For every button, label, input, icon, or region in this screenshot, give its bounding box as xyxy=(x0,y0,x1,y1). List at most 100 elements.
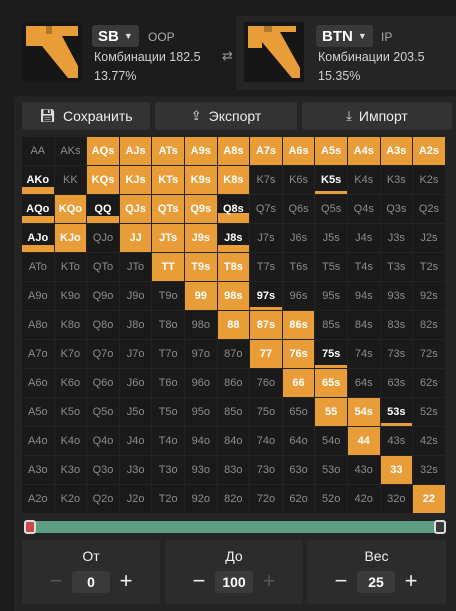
hand-cell[interactable]: 88 xyxy=(217,311,251,340)
hand-cell[interactable]: A9o xyxy=(22,282,55,311)
hand-cell[interactable]: 72s xyxy=(413,340,446,369)
hand-cell[interactable]: 64o xyxy=(282,427,316,456)
hand-cell[interactable]: 94o xyxy=(184,427,218,456)
player-sb[interactable]: SB ▼ OOP Комбинации 182.5 13.77% xyxy=(14,18,224,90)
weight-increment-button[interactable]: + xyxy=(399,570,423,592)
hand-cell[interactable]: T5o xyxy=(152,398,185,427)
weight-decrement-button[interactable]: − xyxy=(329,570,353,592)
btn-position-select[interactable]: BTN ▼ xyxy=(316,25,373,47)
hand-cell[interactable]: 32s xyxy=(413,456,446,485)
hand-cell[interactable]: K6s xyxy=(282,166,316,195)
hand-cell[interactable]: J8o xyxy=(119,311,153,340)
hand-cell[interactable]: J9o xyxy=(119,282,153,311)
hand-cell[interactable]: A6s xyxy=(282,137,316,166)
hand-cell[interactable]: Q5o xyxy=(87,398,120,427)
to-value-input[interactable]: 100 xyxy=(215,571,253,593)
hand-cell[interactable]: 87s xyxy=(250,311,283,340)
hand-cell[interactable]: KK xyxy=(54,166,88,195)
hand-cell[interactable]: Q7o xyxy=(87,340,120,369)
hand-cell[interactable]: 83s xyxy=(380,311,414,340)
hand-cell[interactable]: 84s xyxy=(347,311,381,340)
hand-cell[interactable]: T4o xyxy=(152,427,185,456)
hand-cell[interactable]: K3o xyxy=(54,456,88,485)
hand-cell[interactable]: K2s xyxy=(413,166,446,195)
hand-cell[interactable]: T7o xyxy=(152,340,185,369)
hand-cell[interactable]: 85s xyxy=(315,311,348,340)
hand-cell[interactable]: T9s xyxy=(184,253,218,282)
range-slider-max-handle[interactable] xyxy=(434,520,446,534)
hand-cell[interactable]: 55 xyxy=(315,398,348,427)
hand-cell[interactable]: ATs xyxy=(152,137,185,166)
hand-cell[interactable]: KTo xyxy=(54,253,88,282)
hand-cell[interactable]: AKo xyxy=(22,166,55,195)
hand-cell[interactable]: 82o xyxy=(217,485,251,514)
hand-cell[interactable]: KTs xyxy=(152,166,185,195)
hand-cell[interactable]: AA xyxy=(22,137,55,166)
hand-cell[interactable]: A4o xyxy=(22,427,55,456)
hand-cell[interactable]: 98o xyxy=(184,311,218,340)
hand-cell[interactable]: Q7s xyxy=(250,195,283,224)
hand-cell[interactable]: 74o xyxy=(250,427,283,456)
hand-cell[interactable]: J5o xyxy=(119,398,153,427)
hand-cell[interactable]: 52o xyxy=(315,485,348,514)
hand-cell[interactable]: 98s xyxy=(217,282,251,311)
hand-cell[interactable]: Q3s xyxy=(380,195,414,224)
hand-cell[interactable]: QTs xyxy=(152,195,185,224)
hand-cell[interactable]: 96s xyxy=(282,282,316,311)
hand-cell[interactable]: T2o xyxy=(152,485,185,514)
hand-cell[interactable]: 97o xyxy=(184,340,218,369)
hand-cell[interactable]: K4o xyxy=(54,427,88,456)
hand-cell[interactable]: 96o xyxy=(184,369,218,398)
hand-cell[interactable]: K5o xyxy=(54,398,88,427)
hand-cell[interactable]: A7s xyxy=(250,137,283,166)
hand-cell[interactable]: K8o xyxy=(54,311,88,340)
hand-cell[interactable]: A7o xyxy=(22,340,55,369)
from-value-input[interactable]: 0 xyxy=(72,571,110,593)
hand-cell[interactable]: K4s xyxy=(347,166,381,195)
hand-cell[interactable]: A3s xyxy=(380,137,414,166)
hand-cell[interactable]: J6s xyxy=(282,224,316,253)
range-slider-track[interactable] xyxy=(24,521,446,533)
hand-cell[interactable]: J4s xyxy=(347,224,381,253)
hand-cell[interactable]: 84o xyxy=(217,427,251,456)
hand-cell[interactable]: 73o xyxy=(250,456,283,485)
hand-cell[interactable]: J7s xyxy=(250,224,283,253)
hand-cell[interactable]: T3s xyxy=(380,253,414,282)
hand-cell[interactable]: 63o xyxy=(282,456,316,485)
hand-cell[interactable]: T8o xyxy=(152,311,185,340)
hand-cell[interactable]: A5s xyxy=(315,137,348,166)
hand-cell[interactable]: Q4s xyxy=(347,195,381,224)
hand-cell[interactable]: 22 xyxy=(413,485,446,514)
hand-cell[interactable]: T6s xyxy=(282,253,316,282)
weight-value-input[interactable]: 25 xyxy=(357,571,395,593)
hand-cell[interactable]: K3s xyxy=(380,166,414,195)
hand-cell[interactable]: 86o xyxy=(217,369,251,398)
hand-cell[interactable]: T6o xyxy=(152,369,185,398)
hand-cell[interactable]: 95s xyxy=(315,282,348,311)
hand-cell[interactable]: 43s xyxy=(380,427,414,456)
hand-cell[interactable]: 73s xyxy=(380,340,414,369)
hand-cell[interactable]: 94s xyxy=(347,282,381,311)
hand-cell[interactable]: J9s xyxy=(184,224,218,253)
hand-cell[interactable]: 43o xyxy=(347,456,381,485)
hand-cell[interactable]: 42s xyxy=(413,427,446,456)
hand-cell[interactable]: J7o xyxy=(119,340,153,369)
hand-cell[interactable]: A9s xyxy=(184,137,218,166)
hand-cell[interactable]: TT xyxy=(152,253,185,282)
hand-cell[interactable]: 77 xyxy=(250,340,283,369)
hand-cell[interactable]: J6o xyxy=(119,369,153,398)
hand-cell[interactable]: 42o xyxy=(347,485,381,514)
hand-cell[interactable]: Q6s xyxy=(282,195,316,224)
hand-cell[interactable]: 76s xyxy=(282,340,316,369)
hand-cell[interactable]: 65s xyxy=(315,369,348,398)
hand-cell[interactable]: QTo xyxy=(87,253,120,282)
hand-cell[interactable]: JTo xyxy=(119,253,153,282)
hand-cell[interactable]: T9o xyxy=(152,282,185,311)
range-slider[interactable] xyxy=(24,520,446,534)
to-decrement-button[interactable]: − xyxy=(187,570,211,592)
hand-cell[interactable]: A2o xyxy=(22,485,55,514)
hand-cell[interactable]: KJs xyxy=(119,166,153,195)
from-decrement-button[interactable]: − xyxy=(44,570,68,592)
hand-cell[interactable]: K9o xyxy=(54,282,88,311)
sb-position-select[interactable]: SB ▼ xyxy=(92,25,139,47)
